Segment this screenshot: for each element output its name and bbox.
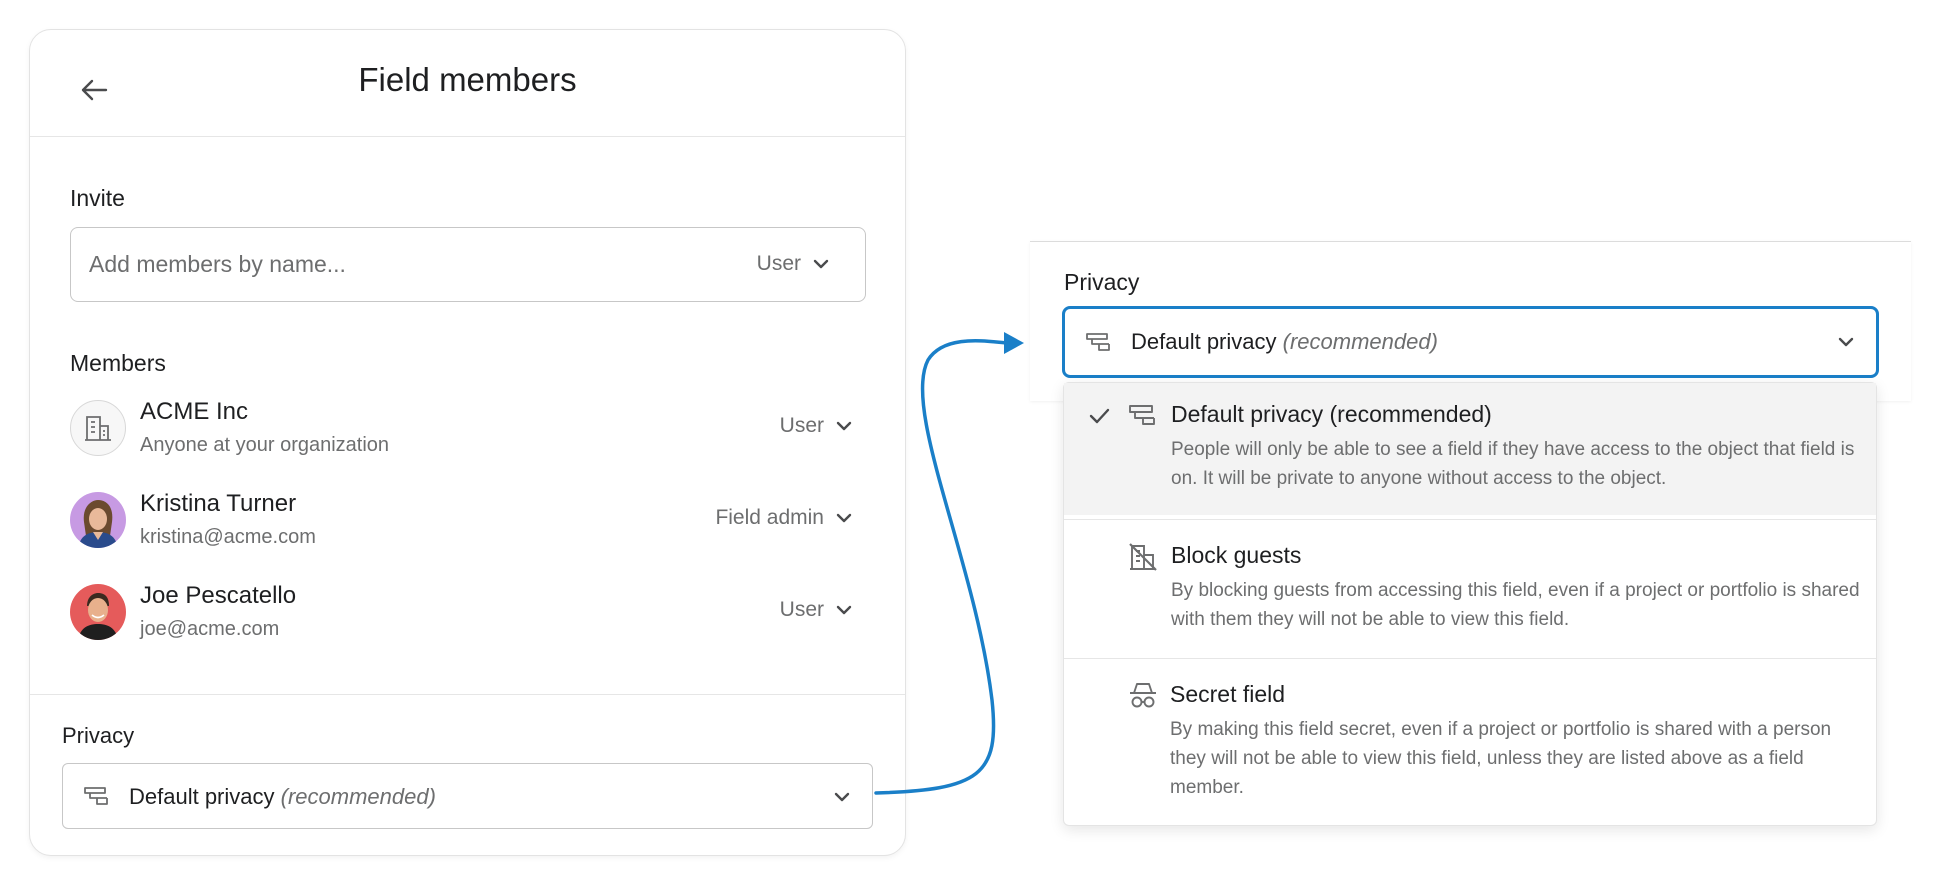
field-members-panel: Field members Invite User Members ACME I… (29, 29, 906, 856)
checkmark-icon (1089, 408, 1110, 424)
option-title: Secret field (1170, 681, 1286, 707)
panel-header: Field members (30, 30, 905, 137)
member-role-select[interactable]: Field admin (715, 506, 852, 530)
privacy-card: Privacy Default privacy (recommended) (1030, 241, 1911, 401)
members-label: Members (70, 350, 166, 376)
block-guests-icon (1129, 543, 1157, 571)
member-role-select[interactable]: User (780, 598, 852, 622)
member-role-label: User (779, 598, 824, 621)
menu-option-default-privacy[interactable]: Default privacy (recommended) People wil… (1064, 383, 1876, 515)
avatar (70, 492, 126, 548)
privacy-label: Privacy (1064, 269, 1140, 295)
incognito-icon (1130, 683, 1156, 708)
invite-field: User (70, 227, 866, 302)
member-role-select[interactable]: User (780, 414, 852, 438)
menu-option-block-guests[interactable]: Block guests By blocking guests from acc… (1064, 520, 1876, 658)
chevron-down-icon (813, 259, 829, 269)
privacy-select-focused[interactable]: Default privacy (recommended) (1062, 306, 1879, 378)
chevron-down-icon (836, 513, 852, 523)
invite-input[interactable] (89, 228, 609, 301)
privacy-label: Privacy (62, 723, 135, 748)
option-title: Default privacy (recommended) (1171, 401, 1492, 427)
privacy-layers-icon (83, 785, 109, 807)
option-title: Block guests (1171, 542, 1302, 568)
person-photo-icon (70, 584, 126, 640)
person-photo-icon (70, 492, 126, 548)
member-row: ACME Inc Anyone at your organization Use… (70, 398, 866, 468)
privacy-dropdown-menu: Default privacy (recommended) People wil… (1063, 382, 1877, 826)
chevron-down-icon (836, 421, 852, 431)
member-subtitle: kristina@acme.com (140, 526, 316, 548)
invite-role-label: User (756, 252, 801, 275)
invite-role-select[interactable]: User (757, 252, 829, 276)
member-row: Kristina Turner kristina@acme.com Field … (70, 490, 866, 560)
member-name: ACME Inc (140, 398, 249, 425)
member-role-label: Field admin (715, 506, 824, 529)
privacy-value: Default privacy (recommended) (129, 784, 436, 809)
invite-label: Invite (70, 185, 125, 211)
option-description: By making this field secret, even if a p… (1170, 719, 1832, 798)
chevron-down-icon (834, 792, 850, 802)
member-subtitle: Anyone at your organization (140, 434, 390, 456)
member-name: Kristina Turner (140, 490, 297, 517)
page-title: Field members (358, 61, 577, 98)
privacy-select[interactable]: Default privacy (recommended) (62, 763, 873, 829)
option-description: People will only be able to see a field … (1171, 439, 1855, 489)
member-subtitle: joe@acme.com (140, 618, 280, 640)
divider (30, 694, 905, 695)
chevron-down-icon (836, 605, 852, 615)
menu-option-secret-field[interactable]: Secret field By making this field secret… (1064, 659, 1876, 825)
privacy-layers-icon (1129, 405, 1155, 425)
privacy-layers-icon (1085, 331, 1111, 353)
privacy-value: Default privacy (recommended) (1131, 329, 1438, 354)
member-role-label: User (779, 414, 824, 437)
organization-avatar (70, 400, 126, 456)
member-name: Joe Pescatello (140, 582, 297, 609)
building-icon (85, 416, 111, 441)
chevron-down-icon (1838, 337, 1854, 347)
option-description: By blocking guests from accessing this f… (1171, 580, 1860, 630)
member-row: Joe Pescatello joe@acme.com User (70, 582, 866, 652)
avatar (70, 584, 126, 640)
